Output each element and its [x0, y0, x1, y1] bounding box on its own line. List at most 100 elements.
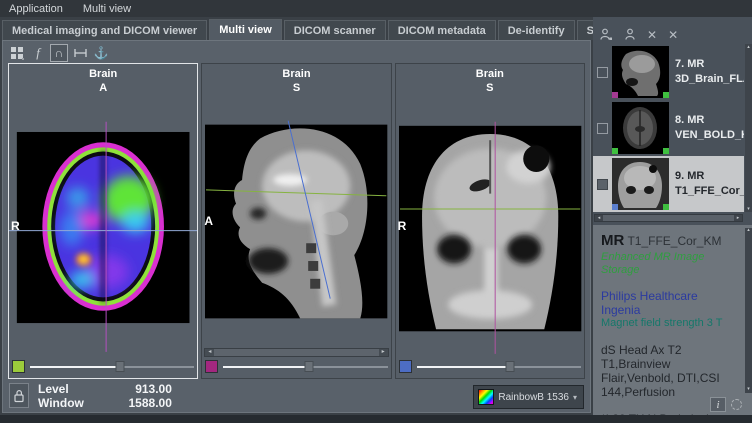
tab-de-identify[interactable]: De-identify — [498, 20, 575, 40]
function-icon[interactable]: f — [29, 44, 47, 62]
viewport-axial-canvas[interactable]: R — [9, 95, 197, 358]
scroll-down-arrow[interactable]: ▾ — [747, 206, 750, 212]
series-sidebar: ✕ ✕ — [593, 17, 752, 415]
coronal-brain-image — [396, 95, 584, 358]
status-square-left — [612, 92, 618, 98]
series-thumbnail-axial[interactable] — [612, 102, 669, 154]
series-number: 7. MR — [675, 57, 744, 72]
series-checkbox[interactable] — [597, 67, 608, 78]
level-window-bar: Level 913.00 Window 1588.00 RainbowB 153… — [3, 379, 590, 412]
anchor-icon[interactable]: ⚓ — [92, 44, 110, 62]
series-list-vertical-scrollbar[interactable]: ▴ ▾ — [745, 44, 752, 212]
series-list-horizontal-scrollbar[interactable]: ◂ ▸ — [594, 214, 743, 222]
window-value: 1588.00 — [94, 396, 172, 410]
slice-slider[interactable] — [223, 360, 387, 373]
menu-application[interactable]: Application — [9, 3, 63, 15]
slice-slider[interactable] — [417, 360, 581, 373]
viewport-axial-side-label: R — [11, 219, 20, 233]
main-row: Medical imaging and DICOM viewer Multi v… — [0, 17, 752, 415]
details-vertical-scrollbar[interactable]: ▴ ▾ — [745, 228, 752, 393]
status-square-left — [612, 148, 618, 154]
slider-handle[interactable] — [506, 361, 515, 372]
storage-class-label: Enhanced MR Image Storage — [601, 251, 738, 277]
study-description-label: *I 30 TX N Brain lesion, post-operative … — [601, 412, 741, 415]
viewport-sagittal-canvas[interactable]: A — [202, 95, 390, 348]
viewport-sagittal-orientation: S — [202, 81, 390, 95]
lock-button[interactable] — [9, 383, 29, 408]
axial-brain-image — [9, 95, 197, 358]
add-patient-icon[interactable] — [600, 28, 613, 41]
scroll-up-arrow[interactable]: ▴ — [747, 228, 750, 234]
viewport-coronal-side-label: R — [398, 219, 407, 233]
series-item-8[interactable]: 8. MR VEN_BOLD_HR — [593, 100, 744, 156]
viewport-sagittal[interactable]: Brain S A — [201, 63, 391, 379]
manufacturer-label: Philips Healthcare — [601, 289, 738, 303]
viewport-axial[interactable]: Brain A R — [8, 63, 198, 379]
colormap-dropdown-label: RainbowB 1536 — [498, 392, 569, 403]
slider-fill — [223, 366, 308, 368]
viewport-axial-title: Brain — [9, 67, 197, 81]
viewport-sagittal-title: Brain — [202, 67, 390, 81]
protocol-label: dS Head Ax T2 T1,Brainview Flair,Venbold… — [601, 343, 737, 400]
series-checkbox[interactable] — [597, 179, 608, 190]
info-button[interactable]: i — [710, 397, 726, 412]
series-number: 9. MR — [675, 169, 744, 184]
status-square-right — [663, 204, 669, 210]
series-label: 8. MR VEN_BOLD_HR — [675, 113, 744, 143]
menu-multi-view[interactable]: Multi view — [83, 3, 131, 15]
colormap-swatch[interactable] — [399, 360, 412, 373]
scroll-down-arrow[interactable]: ▾ — [747, 387, 750, 393]
scroll-right-arrow[interactable]: ▸ — [379, 349, 388, 356]
series-checkbox[interactable] — [597, 123, 608, 134]
sagittal-brain-image — [202, 95, 390, 348]
series-thumbnail-coronal[interactable] — [612, 158, 669, 210]
close-all-icon[interactable]: ✕ — [668, 28, 678, 42]
padlock-icon — [12, 388, 26, 404]
viewport-coronal-orientation: S — [396, 81, 584, 95]
measure-distance-icon[interactable] — [71, 44, 89, 62]
scroll-right-arrow[interactable]: ▸ — [734, 215, 742, 221]
slider-handle[interactable] — [304, 361, 313, 372]
scrollbar-thumb[interactable] — [603, 215, 734, 221]
close-series-icon[interactable]: ✕ — [647, 28, 657, 42]
scroll-left-arrow[interactable]: ◂ — [205, 349, 214, 356]
refresh-circle-icon[interactable] — [731, 399, 742, 410]
scroll-up-arrow[interactable]: ▴ — [747, 44, 750, 50]
series-name: T1_FFE_Cor_KM — [675, 184, 744, 199]
series-list: 7. MR 3D_Brain_FLAIR — [593, 44, 752, 212]
viewport-sagittal-slider-row — [202, 358, 390, 378]
windowing-curve-icon[interactable]: ∩ — [50, 44, 68, 62]
layout-grid-icon[interactable] — [8, 44, 26, 62]
viewport-sagittal-header: Brain S — [202, 64, 390, 95]
status-square-right — [663, 92, 669, 98]
model-label: Ingenia — [601, 303, 738, 317]
rainbow-colormap-icon — [478, 389, 494, 405]
sagittal-horizontal-scrollbar[interactable]: ◂ ▸ — [204, 348, 388, 357]
series-item-7[interactable]: 7. MR 3D_Brain_FLAIR — [593, 44, 744, 100]
series-thumbnail-sagittal[interactable] — [612, 46, 669, 98]
colormap-dropdown[interactable]: RainbowB 1536 ▾ — [473, 385, 584, 409]
tab-dicom-metadata[interactable]: DICOM metadata — [388, 20, 496, 40]
app-window: Application Multi view Medical imaging a… — [0, 0, 752, 423]
left-column: Medical imaging and DICOM viewer Multi v… — [0, 17, 593, 415]
scroll-left-arrow[interactable]: ◂ — [595, 215, 603, 221]
viewport-coronal-title: Brain — [396, 67, 584, 81]
viewport-coronal[interactable]: Brain S R — [395, 63, 585, 379]
scrollbar-thumb[interactable] — [214, 349, 378, 356]
colormap-swatch[interactable] — [12, 360, 25, 373]
slider-handle[interactable] — [116, 361, 125, 372]
slice-slider[interactable] — [30, 360, 194, 373]
patient-icon[interactable] — [624, 28, 636, 41]
menu-bar: Application Multi view — [0, 0, 752, 17]
tab-multi-view[interactable]: Multi view — [209, 19, 282, 40]
multi-view-panel: f ∩ ⚓ Brain A R — [2, 40, 591, 413]
viewport-coronal-canvas[interactable]: R — [396, 95, 584, 358]
series-item-9-selected[interactable]: 9. MR T1_FFE_Cor_KM — [593, 156, 744, 212]
series-label: 7. MR 3D_Brain_FLAIR — [675, 57, 744, 87]
viewports-row: Brain A R — [3, 63, 590, 379]
tab-medical-imaging[interactable]: Medical imaging and DICOM viewer — [2, 20, 207, 40]
series-label: 9. MR T1_FFE_Cor_KM — [675, 169, 744, 199]
tab-dicom-scanner[interactable]: DICOM scanner — [284, 20, 386, 40]
colormap-swatch[interactable] — [205, 360, 218, 373]
window-label: Window — [38, 396, 84, 410]
